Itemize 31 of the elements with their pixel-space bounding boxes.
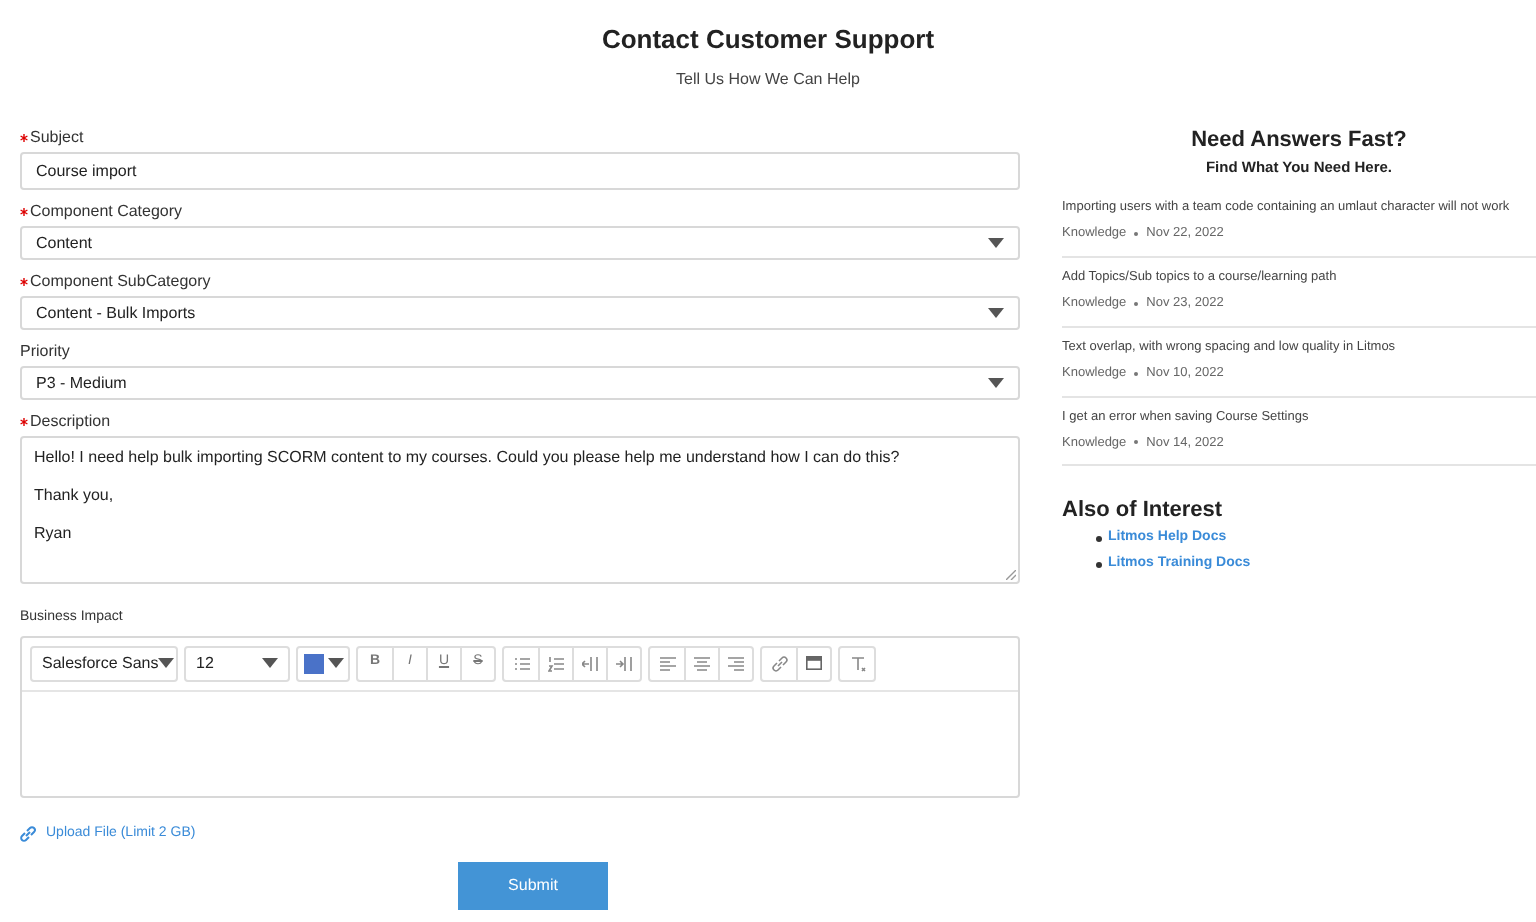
caret-icon <box>327 658 343 668</box>
caret-icon <box>988 308 1004 318</box>
select-field[interactable]: Content <box>20 226 1020 260</box>
field-label: Priority <box>20 342 70 362</box>
select-field[interactable]: P3 - Medium <box>20 366 1020 400</box>
text-input[interactable]: Course import <box>20 152 1020 190</box>
description-text: Hello! I need help bulk importing SCORM content to my courses. Could you please help me understand how I can do this? <box>34 448 902 468</box>
page-title: Contact Customer Support <box>601 24 935 56</box>
link-icon <box>20 825 36 842</box>
font-size-select[interactable]: 12 <box>184 645 290 681</box>
text-color-picker[interactable] <box>296 645 350 681</box>
caret-icon <box>988 238 1004 248</box>
color-swatch <box>303 653 323 673</box>
field-label: Subject <box>30 128 84 148</box>
bullet-icon <box>1096 536 1102 542</box>
bullet-icon <box>1096 561 1102 567</box>
caret-icon <box>262 658 278 668</box>
description-textarea[interactable]: Hello! I need help bulk importing SCORM content to my courses. Could you please help me understand how I can do this? Thank you, Ryan <box>20 436 1020 584</box>
caret-icon <box>158 658 175 668</box>
font-select[interactable]: Salesforce Sans <box>30 645 178 681</box>
field-label: Description <box>30 412 111 432</box>
field-label: Component SubCategory <box>30 272 211 292</box>
resize-handle-icon[interactable] <box>1006 570 1016 580</box>
page-subtitle: Tell Us How We Can Help <box>676 68 860 92</box>
caret-icon <box>988 378 1004 388</box>
section-title: Also of Interest <box>1062 498 1225 525</box>
description-text: Thank you, <box>34 486 116 506</box>
select-field[interactable]: Content - Bulk Imports <box>20 296 1020 330</box>
description-text: Ryan <box>34 524 74 544</box>
section-title: Need Answers Fast? <box>1189 128 1409 154</box>
field-label: Component Category <box>30 202 183 222</box>
